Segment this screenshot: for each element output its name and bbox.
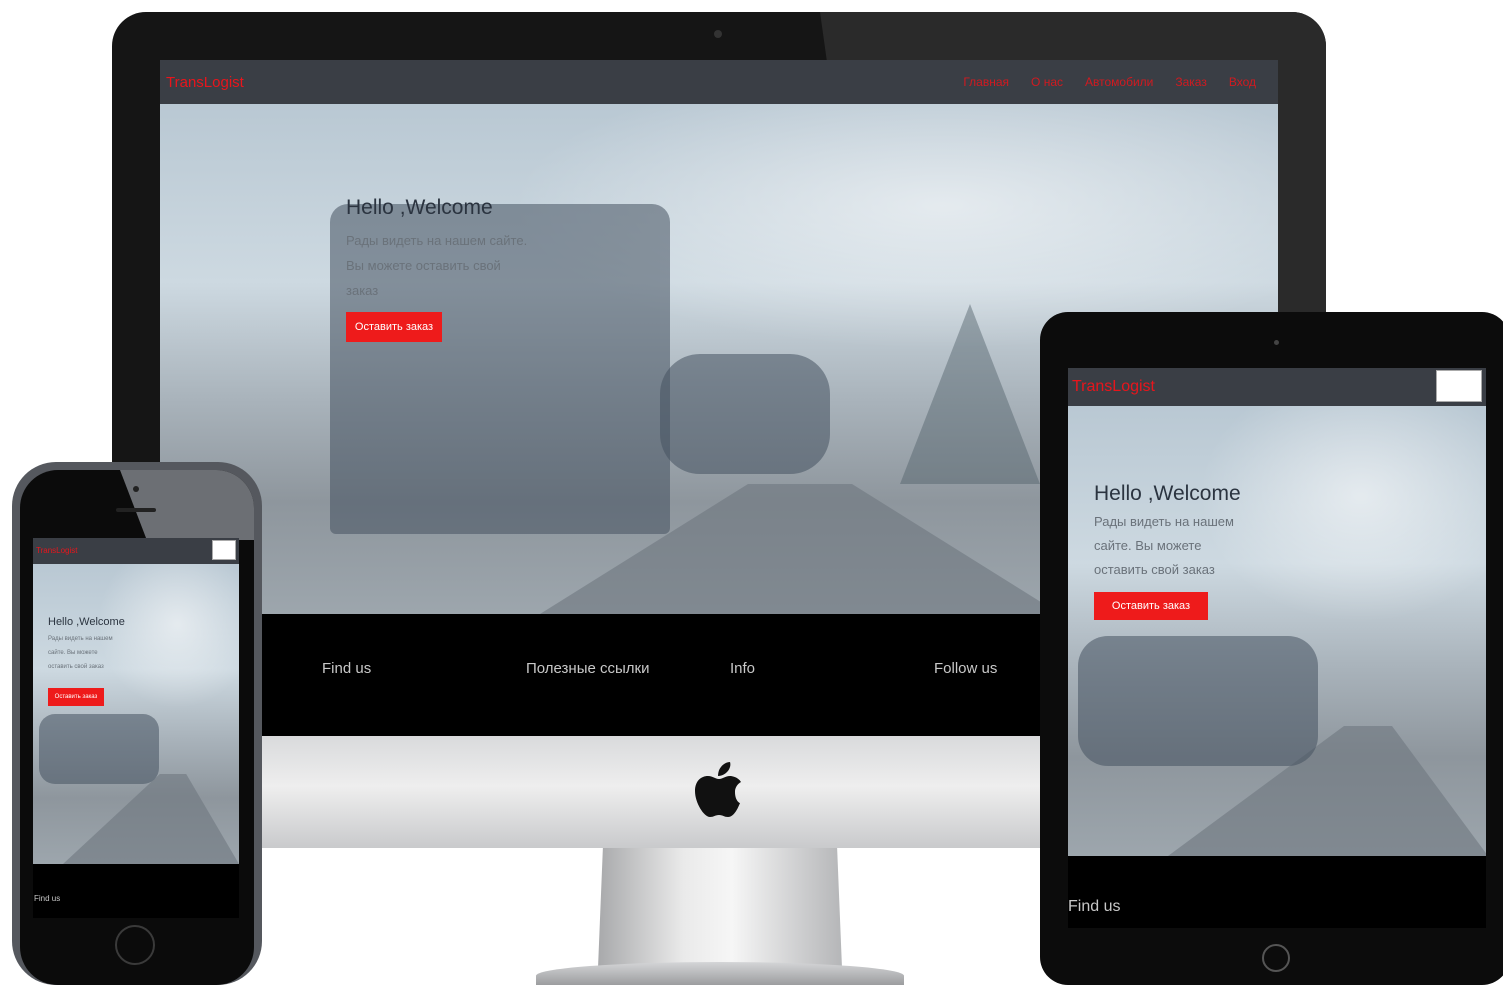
apple-logo-icon [695,762,741,817]
phone-order-button[interactable]: Оставить заказ [48,688,104,706]
desktop-hero-line: заказ [346,283,379,298]
phone-hero: Hello ,Welcome Рады видеть на нашем сайт… [33,564,239,864]
tablet-navbar: TransLogist [1068,368,1486,406]
tablet-hero-line: сайте. Вы можете [1094,538,1202,553]
phone-home-button[interactable] [115,925,155,965]
phone-hero-line: сайте. Вы можете [48,650,98,656]
nav-link-about[interactable]: О нас [1031,75,1063,89]
hero-truck-tank [660,354,830,474]
phone-navbar: TransLogist [33,538,239,564]
desktop-brand-link[interactable]: TransLogist [166,74,244,91]
tablet-order-button[interactable]: Оставить заказ [1094,592,1208,620]
phone-hero-title: Hello ,Welcome [48,616,125,628]
nav-link-order[interactable]: Заказ [1175,75,1206,89]
desktop-hero-line: Вы можете оставить свой [346,258,501,273]
tablet-home-button[interactable] [1262,944,1290,972]
hero-road [63,774,239,864]
hero-trees [900,304,1040,484]
phone-camera [133,486,139,492]
tablet-hero-text: Рады видеть на нашем сайте. Вы можете ос… [1094,510,1234,582]
nav-link-login[interactable]: Вход [1229,75,1256,89]
phone-footer: Find us [33,864,239,918]
hamburger-toggle-icon[interactable] [212,540,236,560]
desktop-hero-title: Hello ,Welcome [346,196,493,219]
tablet-hero-line: Рады видеть на нашем [1094,514,1234,529]
phone-speaker [116,508,156,512]
tablet-hero-line: оставить свой заказ [1094,562,1215,577]
footer-follow-us[interactable]: Follow us [934,660,997,677]
nav-link-home[interactable]: Главная [963,75,1009,89]
tablet-hero-title: Hello ,Welcome [1094,482,1241,505]
phone-brand-link[interactable]: TransLogist [36,546,78,555]
phone-hero-text: Рады видеть на нашем сайте. Вы можете ос… [48,632,113,674]
monitor-foot [536,962,904,985]
monitor-camera [714,30,722,38]
hero-truck [1078,636,1318,766]
desktop-nav-links: Главная О нас Автомобили Заказ Вход [963,75,1256,89]
tablet-brand-link[interactable]: TransLogist [1072,378,1155,396]
desktop-navbar: TransLogist Главная О нас Автомобили Зак… [160,60,1278,104]
tablet-camera [1274,340,1279,345]
nav-link-cars[interactable]: Автомобили [1085,75,1153,89]
phone-footer-find-us[interactable]: Find us [34,894,60,903]
hamburger-toggle-icon[interactable] [1436,370,1482,402]
footer-useful-links[interactable]: Полезные ссылки [526,660,650,677]
desktop-hero-text: Рады видеть на нашем сайте. Вы можете ос… [346,228,527,303]
desktop-order-button[interactable]: Оставить заказ [346,312,442,342]
tablet-hero: Hello ,Welcome Рады видеть на нашем сайт… [1068,406,1486,856]
monitor-stand [598,848,842,968]
desktop-hero-line: Рады видеть на нашем сайте. [346,233,528,248]
tablet-screen: TransLogist Hello ,Welcome Рады видеть н… [1068,368,1486,928]
hero-truck [39,714,159,784]
footer-info[interactable]: Info [730,660,755,677]
tablet-footer-find-us[interactable]: Find us [1068,898,1120,916]
phone-screen: TransLogist Hello ,Welcome Рады видеть н… [33,538,239,918]
footer-find-us[interactable]: Find us [322,660,371,677]
phone-hero-line: оставить свой заказ [48,664,104,670]
phone-hero-line: Рады видеть на нашем [48,636,113,642]
tablet-footer: Find us [1068,856,1486,928]
